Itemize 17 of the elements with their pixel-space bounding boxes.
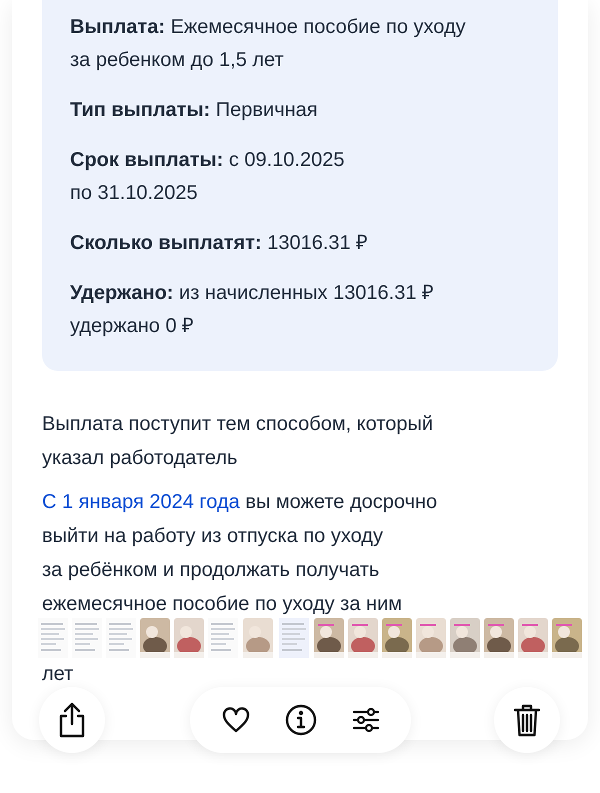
notice-text: Выплата поступит тем способом, который указал работодатель <box>42 412 434 471</box>
detail-text: Тип выплаты: Первичная <box>70 98 319 123</box>
detail-text: Удержано: из начисленных 13016.31 ₽ удержано 0 ₽ <box>70 281 436 339</box>
favorite-button[interactable] <box>222 707 250 733</box>
share-icon <box>57 702 87 738</box>
info-icon <box>284 704 316 736</box>
info-text: С 1 января 2024 года вы можете досрочно выйти на работу из отпуска по уходу за ребёнком и продолжать получать ежемесячное пособие по уходу за ним <box>42 490 438 617</box>
date-link[interactable]: С 1 января 2024 года <box>42 491 240 513</box>
detail-text: Сколько выплатят: 13016.31 ₽ <box>70 231 370 256</box>
info-text-tail: лет <box>42 662 74 687</box>
sliders-icon <box>352 707 380 733</box>
detail-text: Выплата: Ежемесячное пособие по уходу за ребенком до 1,5 лет <box>70 15 467 73</box>
detail-text: Срок выплаты: с 09.10.2025 по 31.10.2025 <box>70 148 346 206</box>
heart-icon <box>222 707 250 733</box>
adjust-button[interactable] <box>352 707 380 733</box>
trash-icon <box>513 703 541 737</box>
info-button[interactable] <box>284 704 316 736</box>
